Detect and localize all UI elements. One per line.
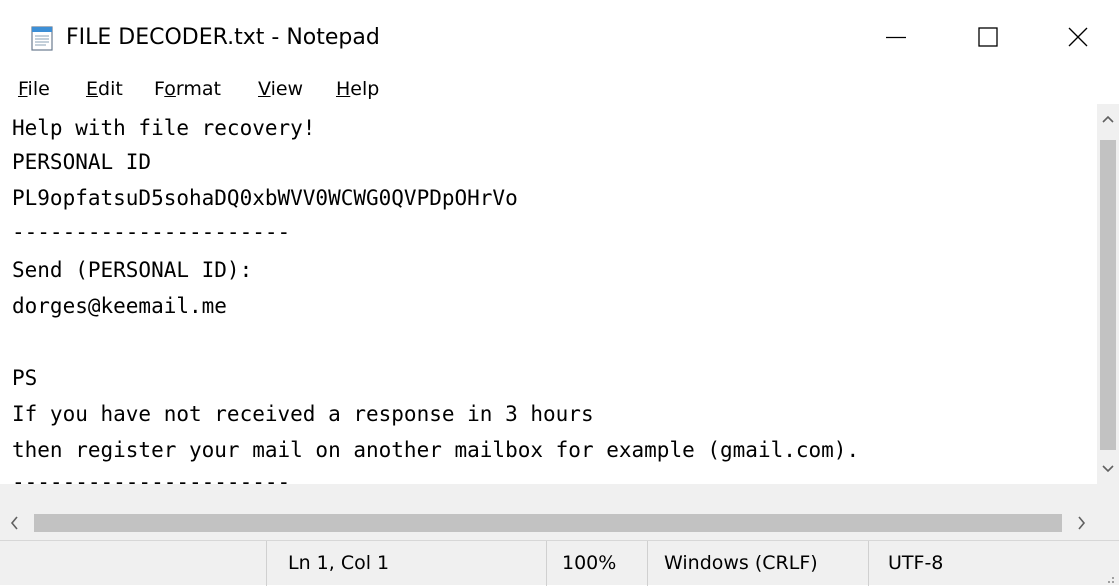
horizontal-scroll-thumb[interactable] [34,514,1062,532]
menu-help[interactable]: Help [336,76,379,102]
editor-line: If you have not received a response in 3… [12,402,594,426]
status-divider [647,541,648,586]
scroll-down-button[interactable] [1097,454,1119,484]
maximize-icon [978,27,998,47]
chevron-up-icon [1102,115,1114,123]
menu-file[interactable]: File [18,76,50,102]
resize-grip-icon[interactable] [1103,569,1115,583]
notepad-icon[interactable] [28,24,56,52]
status-line-ending: Windows (CRLF) [664,552,818,574]
window-title: FILE DECODER.txt - Notepad [66,25,380,50]
scrollbar-corner [1097,484,1119,540]
scroll-left-button[interactable] [0,506,30,540]
status-divider [868,541,869,586]
menu-format[interactable]: Format [154,76,221,102]
editor-line: ---------------------- [12,470,291,484]
status-encoding: UTF-8 [888,552,944,574]
horizontal-scrollbar[interactable] [0,484,1097,540]
vertical-scroll-thumb[interactable] [1100,140,1116,450]
status-divider [266,541,267,586]
minimize-button[interactable] [850,0,942,74]
menu-view[interactable]: View [258,76,303,102]
maximize-button[interactable] [942,0,1034,74]
chevron-right-icon [1078,516,1086,530]
editor-line: then register your mail on another mailb… [12,438,860,462]
editor-line: Help with file recovery! [12,116,316,140]
notepad-window: FILE DECODER.txt - Notepad File Edit For… [0,0,1119,586]
chevron-down-icon [1102,465,1114,473]
close-icon [1068,27,1088,47]
editor-line: PL9opfatsuD5sohaDQ0xbWVV0WCWG0QVPDpOHrVo [12,186,518,210]
menu-edit[interactable]: Edit [86,76,123,102]
editor-line: PS [12,366,38,390]
scroll-up-button[interactable] [1097,104,1119,134]
editor-line: PERSONAL ID [12,150,152,174]
chevron-left-icon [10,516,18,530]
menu-bar: File Edit Format View Help [0,74,1119,104]
status-bar: Ln 1, Col 1 100% Windows (CRLF) UTF-8 [0,540,1119,586]
text-editor[interactable]: Help with file recovery! PERSONAL ID PL9… [0,104,1097,484]
status-zoom: 100% [562,552,617,574]
editor-line: Send (PERSONAL ID): [12,258,253,282]
editor-line: dorges@keemail.me [12,294,227,318]
minimize-icon [886,36,906,39]
close-button[interactable] [1034,0,1119,74]
vertical-scrollbar[interactable] [1097,104,1119,484]
editor-line: ---------------------- [12,220,291,244]
scroll-right-button[interactable] [1066,506,1096,540]
status-divider [546,541,547,586]
title-bar[interactable]: FILE DECODER.txt - Notepad [0,0,1119,74]
status-position: Ln 1, Col 1 [288,552,390,574]
